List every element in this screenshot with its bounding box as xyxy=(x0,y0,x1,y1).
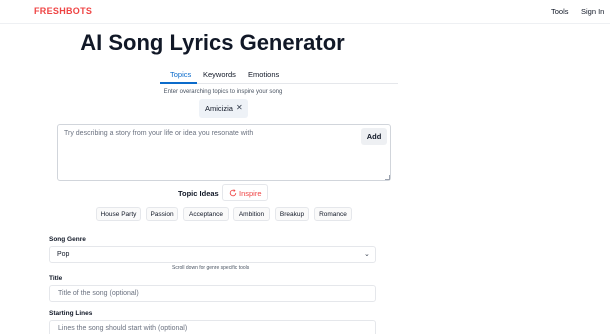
chevron-down-icon: ⌄ xyxy=(364,251,370,258)
inspire-button[interactable]: Inspire xyxy=(222,184,268,201)
topics-hint: Enter overarching topics to inspire your… xyxy=(163,89,283,95)
refresh-icon xyxy=(229,189,237,197)
resize-handle-icon[interactable] xyxy=(385,175,390,180)
starting-lines-placeholder: Lines the song should start with (option… xyxy=(58,325,188,332)
topic-textarea-placeholder: Try describing a story from your life or… xyxy=(64,130,254,137)
idea-house-party[interactable]: House Party xyxy=(96,207,141,221)
tab-emotions[interactable]: Emotions xyxy=(248,70,279,79)
nav-sign-in-link[interactable]: Sign In xyxy=(581,7,604,16)
add-topic-button[interactable]: Add xyxy=(361,128,387,145)
title-input-placeholder: Title of the song (optional) xyxy=(58,290,139,297)
topic-ideas-label: Topic Ideas xyxy=(178,189,219,198)
song-genre-select[interactable]: Pop ⌄ xyxy=(49,246,376,263)
song-genre-label: Song Genre xyxy=(49,236,86,243)
active-tab-indicator xyxy=(160,82,197,84)
genre-note: Scroll down for genre specific tools xyxy=(172,265,250,271)
starting-lines-input[interactable]: Lines the song should start with (option… xyxy=(49,320,376,334)
nav-tools-link[interactable]: Tools xyxy=(551,7,569,16)
tab-keywords[interactable]: Keywords xyxy=(203,70,236,79)
topic-textarea[interactable]: Try describing a story from your life or… xyxy=(57,124,391,181)
topic-chip-label: Amicizia xyxy=(205,104,233,113)
page-title: AI Song Lyrics Generator xyxy=(80,30,345,55)
idea-acceptance[interactable]: Acceptance xyxy=(183,207,229,221)
idea-breakup[interactable]: Breakup xyxy=(275,207,309,221)
top-navbar: FRESHBOTS Tools Sign In xyxy=(0,0,610,24)
song-genre-value: Pop xyxy=(57,251,70,258)
topic-chip: Amicizia ✕ xyxy=(199,99,248,118)
brand-logo[interactable]: FRESHBOTS xyxy=(34,6,92,16)
title-input[interactable]: Title of the song (optional) xyxy=(49,285,376,302)
idea-romance[interactable]: Romance xyxy=(314,207,352,221)
idea-passion[interactable]: Passion xyxy=(146,207,178,221)
idea-ambition[interactable]: Ambition xyxy=(233,207,270,221)
starting-lines-label: Starting Lines xyxy=(49,310,93,317)
tab-topics[interactable]: Topics xyxy=(170,70,191,79)
close-icon[interactable]: ✕ xyxy=(236,103,243,112)
inspire-label: Inspire xyxy=(239,189,262,198)
title-label: Title xyxy=(49,275,63,282)
